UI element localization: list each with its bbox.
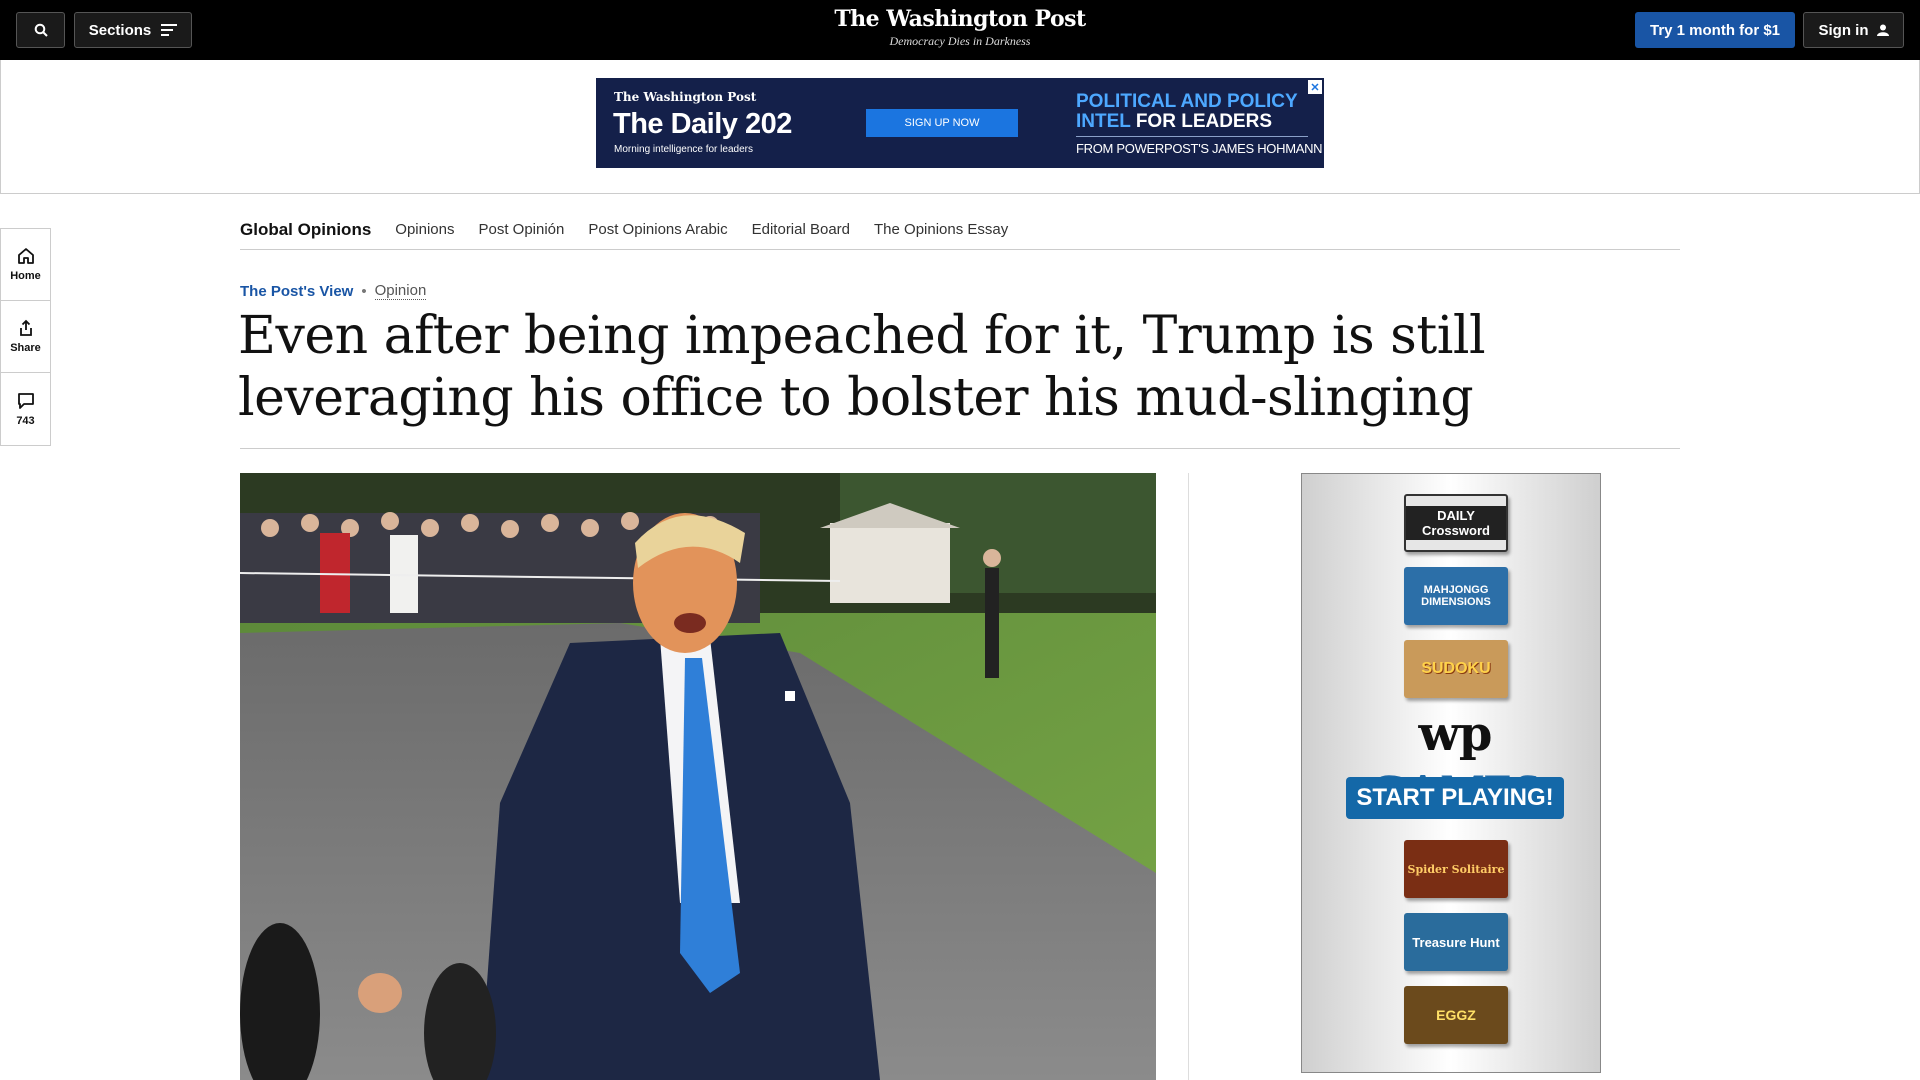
- ad-byline: FROM POWERPOST'S JAMES HOHMANN: [1076, 141, 1323, 156]
- wp-games-brand-wp: wp: [1418, 706, 1493, 762]
- comments-button[interactable]: 743: [1, 373, 50, 445]
- subnav-link-post-opinion[interactable]: Post Opinión: [478, 221, 564, 238]
- masthead-tagline: Democracy Dies in Darkness: [889, 34, 1031, 48]
- ad-close-icon[interactable]: ✕: [1308, 80, 1322, 94]
- ad-headline-white: FOR LEADERS: [1135, 111, 1273, 132]
- ad-title: The Daily 202: [613, 108, 792, 140]
- eggz-tile-label: EGGZ: [1436, 1007, 1476, 1023]
- start-playing-button[interactable]: START PLAYING!: [1346, 777, 1564, 819]
- crossword-tile[interactable]: DAILY Crossword: [1404, 494, 1508, 552]
- article-kicker: The Post's View • Opinion: [240, 282, 427, 300]
- user-icon: [1876, 24, 1889, 36]
- menu-icon: [161, 24, 178, 36]
- headline-divider: [240, 448, 1680, 449]
- article-photo: [240, 473, 1156, 1080]
- sudoku-tile-label: SUDOKU: [1421, 660, 1491, 677]
- treasure-hunt-tile[interactable]: Treasure Hunt: [1404, 913, 1508, 971]
- home-icon: [17, 248, 34, 264]
- home-label: Home: [10, 270, 41, 282]
- search-icon: [34, 23, 48, 37]
- share-button[interactable]: Share: [1, 301, 50, 373]
- sign-in-label: Sign in: [1818, 21, 1869, 39]
- kicker-separator: •: [361, 282, 367, 300]
- daily-202-ad[interactable]: The Washington Post The Daily 202 Mornin…: [596, 78, 1324, 168]
- subscribe-button[interactable]: Try 1 month for $1: [1635, 12, 1795, 48]
- subnav-title[interactable]: Global Opinions: [240, 220, 371, 240]
- ad-headline: POLITICAL AND POLICY INTEL FOR LEADERS: [1076, 92, 1306, 132]
- sections-button[interactable]: Sections: [74, 12, 192, 48]
- wp-games-ad[interactable]: DAILY Crossword MAHJONGG DIMENSIONS SUDO…: [1301, 473, 1601, 1073]
- mahjongg-tile-label: MAHJONGG DIMENSIONS: [1421, 584, 1491, 608]
- comments-count: 743: [16, 414, 35, 427]
- spider-solitaire-tile[interactable]: Spider Solitaire: [1404, 840, 1508, 898]
- share-icon: [19, 319, 32, 336]
- ad-divider: [1076, 136, 1308, 137]
- ad-logo: The Washington Post: [614, 90, 757, 104]
- kicker-posts-view[interactable]: The Post's View: [240, 283, 353, 300]
- treasure-hunt-tile-label: Treasure Hunt: [1412, 934, 1500, 950]
- comment-icon: [17, 392, 34, 409]
- ad-signup-button[interactable]: SIGN UP NOW: [866, 109, 1018, 137]
- sections-label: Sections: [88, 21, 152, 39]
- share-label: Share: [10, 342, 41, 354]
- spider-solitaire-tile-label: Spider Solitaire: [1407, 862, 1505, 876]
- home-button[interactable]: Home: [1, 229, 50, 301]
- subnav-link-post-opinions-arabic[interactable]: Post Opinions Arabic: [588, 221, 727, 238]
- eggz-tile[interactable]: EGGZ: [1404, 986, 1508, 1044]
- crossword-tile-label: DAILY Crossword: [1406, 506, 1506, 540]
- sign-in-button[interactable]: Sign in: [1803, 12, 1904, 48]
- section-subnav: Global Opinions Opinions Post Opinión Po…: [240, 210, 1680, 250]
- sudoku-tile[interactable]: SUDOKU: [1404, 640, 1508, 698]
- masthead-title: The Washington Post: [834, 6, 1086, 32]
- subnav-link-editorial-board[interactable]: Editorial Board: [752, 221, 850, 238]
- ad-subtitle: Morning intelligence for leaders: [614, 144, 753, 155]
- photo-illustration: [240, 473, 1156, 1080]
- article-headline: Even after being impeached for it, Trump…: [238, 306, 1486, 428]
- kicker-opinion[interactable]: Opinion: [374, 282, 427, 300]
- column-divider: [1188, 473, 1189, 1080]
- left-rail: Home Share 743: [0, 228, 51, 446]
- masthead-logo[interactable]: The Washington Post Democracy Dies in Da…: [760, 6, 1160, 49]
- search-button[interactable]: [16, 12, 65, 48]
- subnav-link-opinions[interactable]: Opinions: [395, 221, 454, 238]
- subnav-link-opinions-essay[interactable]: The Opinions Essay: [874, 221, 1008, 238]
- mahjongg-tile[interactable]: MAHJONGG DIMENSIONS: [1404, 567, 1508, 625]
- top-nav-bar: Sections The Washington Post Democracy D…: [0, 0, 1920, 60]
